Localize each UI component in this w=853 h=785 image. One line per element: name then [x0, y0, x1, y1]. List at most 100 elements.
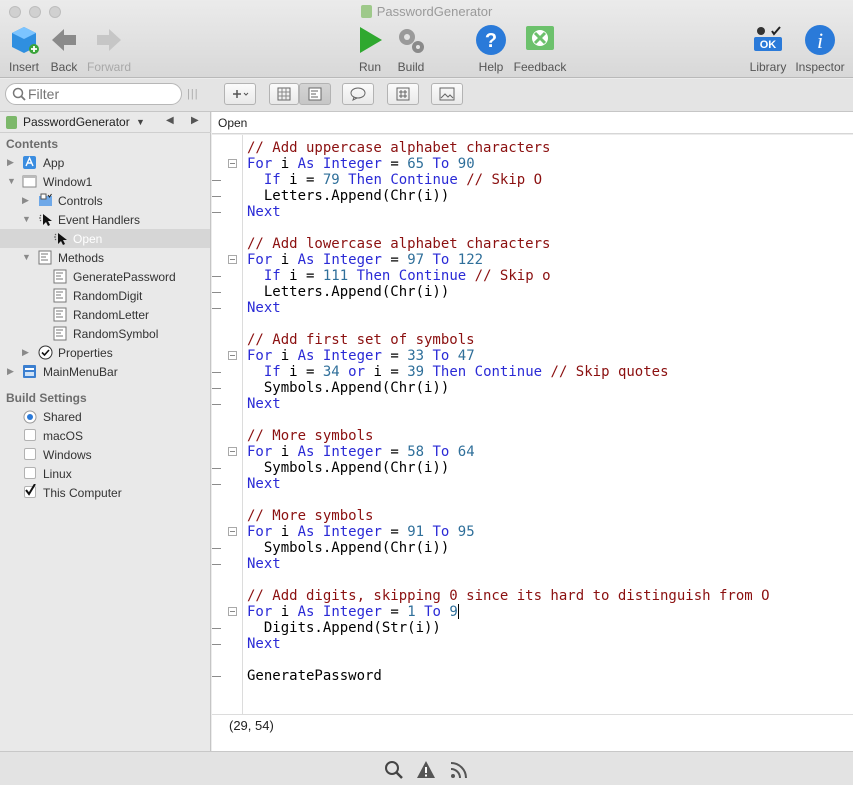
line-marker [212, 196, 221, 197]
radio-selected-icon[interactable] [23, 410, 37, 424]
disclosure-down-icon[interactable]: ▼ [7, 176, 16, 186]
filter-input[interactable] [28, 86, 178, 102]
add-icon [233, 90, 249, 98]
line-marker [212, 276, 221, 277]
code-line[interactable]: Symbols.Append(Chr(i)) [247, 540, 449, 556]
build-windows[interactable]: Windows [0, 445, 210, 464]
code-line[interactable]: For i As Integer = 97 To 122 [247, 252, 483, 268]
nav-item-randomsymbol[interactable]: RandomSymbol [0, 324, 210, 343]
disclosure-right-icon[interactable]: ▶ [22, 347, 29, 358]
fold-toggle-icon[interactable] [228, 527, 237, 536]
line-marker [212, 388, 221, 389]
line-marker [212, 292, 221, 293]
inspector-button[interactable]: i Inspector [792, 24, 848, 74]
code-line[interactable]: For i As Integer = 33 To 47 [247, 348, 475, 364]
code-line[interactable]: Letters.Append(Chr(i)) [247, 188, 449, 204]
search-icon[interactable] [384, 760, 404, 780]
disclosure-right-icon[interactable]: ▶ [7, 366, 14, 377]
layout-view-button[interactable] [269, 83, 299, 105]
build-macos[interactable]: macOS [0, 426, 210, 445]
nav-item-mainmenubar[interactable]: ▶ MainMenuBar [0, 362, 210, 381]
build-this-computer[interactable]: This Computer [0, 483, 210, 502]
nav-item-app[interactable]: ▶ App [0, 153, 210, 172]
disclosure-down-icon[interactable]: ▼ [22, 214, 31, 224]
forward-label: Forward [86, 60, 131, 74]
code-line[interactable]: Next [247, 556, 281, 572]
code-line[interactable]: // Add first set of symbols [247, 332, 475, 348]
project-selector[interactable]: PasswordGenerator ▼ ◀ ▶ [0, 112, 211, 133]
chevron-down-icon[interactable]: ▼ [136, 117, 145, 127]
fold-toggle-icon[interactable] [228, 607, 237, 616]
library-button[interactable]: OK Library [740, 24, 796, 74]
pragma-button[interactable] [387, 83, 419, 105]
code-line[interactable]: Next [247, 636, 281, 652]
nav-back-icon[interactable]: ◀ [166, 115, 174, 126]
code-line[interactable]: // Add digits, skipping 0 since its hard… [247, 588, 770, 604]
line-marker [212, 644, 221, 645]
disclosure-right-icon[interactable]: ▶ [7, 157, 14, 168]
forward-arrow-icon [97, 29, 121, 51]
image-button[interactable] [431, 83, 463, 105]
code-line[interactable]: If i = 111 Then Continue // Skip o [247, 268, 551, 284]
nav-item-generatepassword[interactable]: GeneratePassword [0, 267, 210, 286]
checkbox[interactable] [24, 467, 36, 479]
line-marker [212, 468, 221, 469]
filter-field[interactable] [5, 83, 182, 105]
line-marker [212, 404, 221, 405]
feedback-button[interactable]: Feedback [512, 24, 568, 74]
feed-icon[interactable] [449, 760, 469, 780]
checkmark-icon [25, 484, 36, 496]
picture-icon [439, 87, 455, 101]
nav-item-properties[interactable]: ▶ Properties [0, 343, 210, 362]
nav-item-open[interactable]: Open [0, 229, 210, 248]
code-line[interactable]: For i As Integer = 1 To 9 [247, 604, 459, 620]
code-view-button[interactable] [299, 83, 331, 105]
cursor-position: (29, 54) [229, 718, 274, 733]
disclosure-right-icon[interactable]: ▶ [22, 195, 29, 206]
fold-toggle-icon[interactable] [228, 255, 237, 264]
code-line[interactable]: Next [247, 300, 281, 316]
code-editor[interactable]: // Add uppercase alphabet characters For … [212, 135, 853, 714]
nav-item-methods[interactable]: ▼ Methods [0, 248, 210, 267]
code-line[interactable]: // Add lowercase alphabet characters [247, 236, 550, 252]
code-line[interactable]: Symbols.Append(Chr(i)) [247, 460, 449, 476]
code-line[interactable]: Next [247, 476, 281, 492]
warning-icon[interactable] [416, 760, 436, 780]
nav-forward-icon[interactable]: ▶ [191, 115, 199, 126]
nav-item-window1[interactable]: ▼ Window1 [0, 172, 210, 191]
splitter-handle-icon[interactable]: ||| [187, 88, 199, 100]
build-button[interactable]: Build [383, 24, 439, 74]
add-item-button[interactable] [224, 83, 256, 105]
disclosure-down-icon[interactable]: ▼ [22, 252, 31, 262]
code-line[interactable]: For i As Integer = 65 To 90 [247, 156, 475, 172]
code-line[interactable]: If i = 34 or i = 39 Then Continue // Ski… [247, 364, 669, 380]
nav-item-event-handlers[interactable]: ▼ Event Handlers [0, 210, 210, 229]
build-linux[interactable]: Linux [0, 464, 210, 483]
code-view-icon [308, 87, 322, 101]
nav-item-controls[interactable]: ▶ Controls [0, 191, 210, 210]
code-line[interactable]: // More symbols [247, 508, 373, 524]
code-line[interactable]: Digits.Append(Str(i)) [247, 620, 441, 636]
code-line[interactable]: Next [247, 204, 281, 220]
checkbox[interactable] [24, 429, 36, 441]
fold-toggle-icon[interactable] [228, 351, 237, 360]
code-line[interactable]: // More symbols [247, 428, 373, 444]
nav-item-randomdigit[interactable]: RandomDigit [0, 286, 210, 305]
nav-item-randomletter[interactable]: RandomLetter [0, 305, 210, 324]
comment-button[interactable] [342, 83, 374, 105]
code-line[interactable]: Symbols.Append(Chr(i)) [247, 380, 449, 396]
build-shared[interactable]: Shared [0, 407, 210, 426]
code-line[interactable]: Letters.Append(Chr(i)) [247, 284, 449, 300]
code-line[interactable]: For i As Integer = 58 To 64 [247, 444, 475, 460]
code-line[interactable]: Next [247, 396, 281, 412]
help-button[interactable]: ? Help [463, 24, 519, 74]
code-line[interactable]: GeneratePassword [247, 668, 382, 684]
fold-toggle-icon[interactable] [228, 447, 237, 456]
code-line[interactable]: // Add uppercase alphabet characters [247, 140, 550, 156]
code-line[interactable]: For i As Integer = 91 To 95 [247, 524, 475, 540]
checkbox[interactable] [24, 448, 36, 460]
code-line[interactable]: If i = 79 Then Continue // Skip O [247, 172, 542, 188]
fold-toggle-icon[interactable] [228, 159, 237, 168]
checkbox-checked[interactable] [24, 484, 36, 498]
forward-button[interactable]: Forward [81, 24, 137, 74]
